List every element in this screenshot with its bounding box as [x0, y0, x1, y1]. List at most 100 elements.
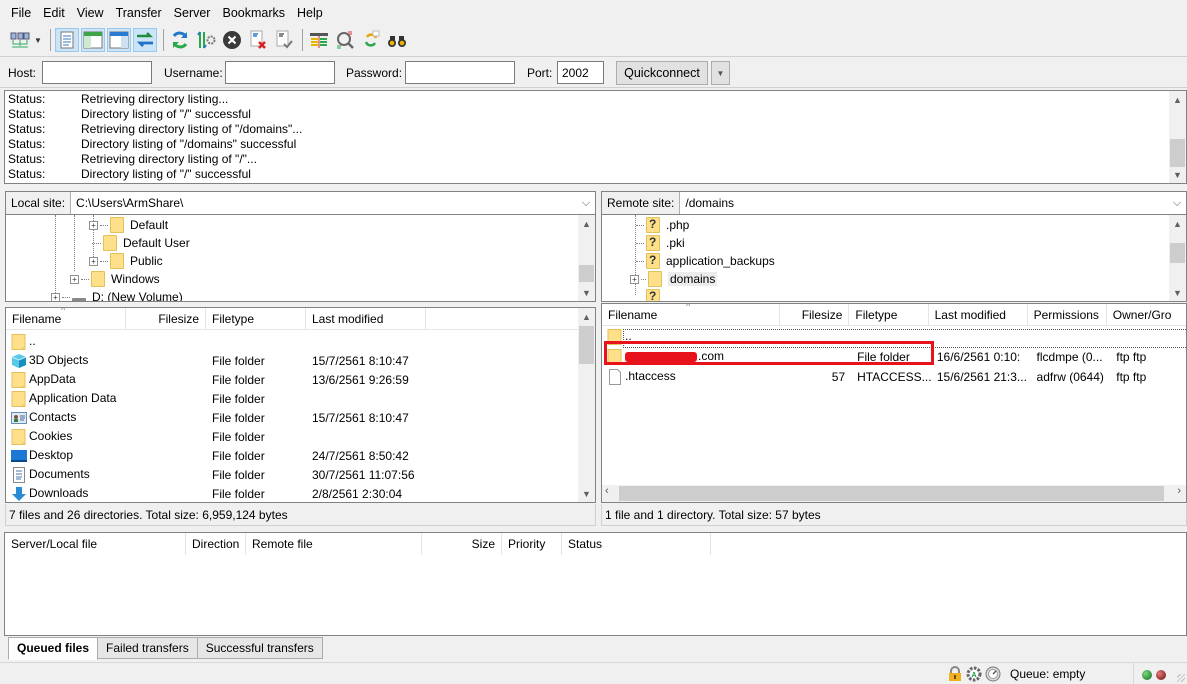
tree-item[interactable]: + D: (New Volume) [51, 288, 183, 301]
col-permissions[interactable]: Permissions [1028, 304, 1107, 326]
file-row[interactable]: Downloads File folder 2/8/2561 2:30:04 [6, 484, 595, 502]
scroll-down-icon[interactable]: ▼ [578, 284, 595, 301]
site-manager-dropdown-icon[interactable]: ▼ [34, 36, 46, 45]
scroll-up-icon[interactable]: ▲ [1169, 215, 1186, 232]
scroll-down-icon[interactable]: ▼ [1169, 166, 1186, 183]
col-remote-file[interactable]: Remote file [246, 533, 422, 555]
local-path-input[interactable]: C:\Users\ArmShare\ [71, 196, 577, 210]
scroll-up-icon[interactable]: ▲ [578, 308, 595, 325]
tree-item[interactable] [646, 288, 666, 301]
scroll-right-icon[interactable]: › [1177, 485, 1181, 497]
search-remote-button[interactable] [385, 28, 409, 52]
col-direction[interactable]: Direction [186, 533, 246, 555]
site-manager-button[interactable] [8, 28, 32, 52]
scroll-thumb[interactable] [579, 326, 594, 364]
username-input[interactable] [225, 61, 335, 84]
resize-grip[interactable] [1177, 674, 1185, 682]
local-tree-scrollbar[interactable]: ▲ ▼ [578, 215, 595, 301]
cancel-button[interactable] [220, 28, 244, 52]
scroll-thumb[interactable] [619, 486, 1164, 501]
scroll-up-icon[interactable]: ▲ [578, 215, 595, 232]
file-row[interactable]: .htaccess 57 HTACCESS... 15/6/2561 21:3.… [602, 367, 1186, 386]
col-owner-group[interactable]: Owner/Gro [1107, 304, 1186, 326]
col-last-modified[interactable]: Last modified [929, 304, 1028, 326]
reconnect-icon [276, 30, 293, 49]
file-row[interactable]: Application Data File folder [6, 389, 595, 408]
menu-view[interactable]: View [77, 6, 104, 24]
col-filetype[interactable]: Filetype [206, 308, 306, 330]
toggle-transfer-queue-button[interactable] [133, 28, 157, 52]
tree-item[interactable]: Default User [92, 234, 190, 252]
col-filesize[interactable]: Filesize [780, 304, 850, 326]
tab-successful-transfers[interactable]: Successful transfers [196, 637, 323, 659]
quickconnect-dropdown-button[interactable]: ▼ [711, 61, 730, 85]
file-modified: 16/6/2561 0:10: [936, 349, 1021, 364]
refresh-button[interactable] [168, 28, 192, 52]
port-input[interactable] [557, 61, 604, 84]
menu-bookmarks[interactable]: Bookmarks [222, 6, 285, 24]
disconnect-button[interactable] [246, 28, 270, 52]
tree-item[interactable]: application_backups [636, 252, 775, 270]
remote-path-input[interactable]: /domains [680, 196, 1168, 210]
tree-item[interactable]: .php [636, 216, 689, 234]
menu-edit[interactable]: Edit [43, 6, 65, 24]
col-priority[interactable]: Priority [502, 533, 562, 555]
remote-tree-scrollbar[interactable]: ▲ ▼ [1169, 215, 1186, 301]
col-filename[interactable]: Filename [602, 304, 781, 326]
quickconnect-button[interactable]: Quickconnect [616, 61, 708, 85]
password-input[interactable] [405, 61, 515, 84]
col-size[interactable]: Size [422, 533, 502, 555]
host-input[interactable] [42, 61, 152, 84]
col-last-modified[interactable]: Last modified [306, 308, 426, 330]
file-row[interactable]: Cookies File folder [6, 427, 595, 446]
directory-comparison-button[interactable] [333, 28, 357, 52]
remote-hscrollbar[interactable]: ‹ › [602, 485, 1186, 502]
tree-item[interactable]: + Public [89, 252, 163, 270]
tree-item[interactable]: .pki [636, 234, 685, 252]
chevron-down-icon[interactable]: ⌵ [577, 197, 595, 210]
tab-queued-files[interactable]: Queued files [8, 637, 99, 660]
menu-server[interactable]: Server [174, 6, 211, 24]
file-row[interactable]: Desktop File folder 24/7/2561 8:50:42 [6, 446, 595, 465]
file-row[interactable]: .. [6, 332, 595, 351]
menu-help[interactable]: Help [297, 6, 323, 24]
scroll-thumb[interactable] [1170, 243, 1185, 263]
file-row[interactable]: Documents File folder 30/7/2561 11:07:56 [6, 465, 595, 484]
toggle-message-log-button[interactable] [55, 28, 79, 52]
col-filesize[interactable]: Filesize [126, 308, 206, 330]
log-scrollbar[interactable]: ▲ ▼ [1169, 91, 1186, 183]
toggle-remote-tree-button[interactable] [107, 28, 131, 52]
log-message: Retrieving directory listing of "/"... [81, 152, 257, 166]
scroll-down-icon[interactable]: ▼ [578, 485, 595, 502]
chevron-down-icon[interactable]: ⌵ [1168, 197, 1186, 210]
directory-filters-button[interactable] [307, 28, 331, 52]
tree-item[interactable]: + Windows [70, 270, 160, 288]
file-row[interactable]: AppData File folder 13/6/2561 9:26:59 [6, 370, 595, 389]
local-list-scrollbar[interactable]: ▲ ▼ [578, 308, 595, 502]
expand-icon[interactable]: + [51, 292, 60, 301]
tree-item[interactable]: + Default [89, 216, 168, 234]
scroll-left-icon[interactable]: ‹ [605, 485, 609, 497]
expand-icon[interactable]: + [89, 220, 98, 230]
expand-icon[interactable]: + [70, 274, 79, 284]
reconnect-button[interactable] [272, 28, 296, 52]
scroll-thumb[interactable] [579, 265, 594, 282]
col-filename[interactable]: Filename [6, 308, 126, 330]
tab-failed-transfers[interactable]: Failed transfers [97, 637, 198, 659]
col-status[interactable]: Status [562, 533, 711, 555]
menu-file[interactable]: File [11, 6, 31, 24]
toggle-local-tree-button[interactable] [81, 28, 105, 52]
process-queue-button[interactable] [194, 28, 218, 52]
file-row[interactable]: 3D Objects File folder 15/7/2561 8:10:47 [6, 351, 595, 370]
col-server-local-file[interactable]: Server/Local file [5, 533, 186, 555]
col-filetype[interactable]: Filetype [849, 304, 929, 326]
scroll-thumb[interactable] [1170, 139, 1185, 167]
scroll-down-icon[interactable]: ▼ [1169, 284, 1186, 301]
sync-browsing-button[interactable] [359, 28, 383, 52]
file-row[interactable]: Contacts File folder 15/7/2561 8:10:47 [6, 408, 595, 427]
tree-item-selected[interactable]: + domains [630, 270, 718, 288]
scroll-up-icon[interactable]: ▲ [1169, 91, 1186, 108]
expand-icon[interactable]: + [630, 274, 639, 284]
menu-transfer[interactable]: Transfer [116, 6, 162, 24]
expand-icon[interactable]: + [89, 256, 98, 266]
